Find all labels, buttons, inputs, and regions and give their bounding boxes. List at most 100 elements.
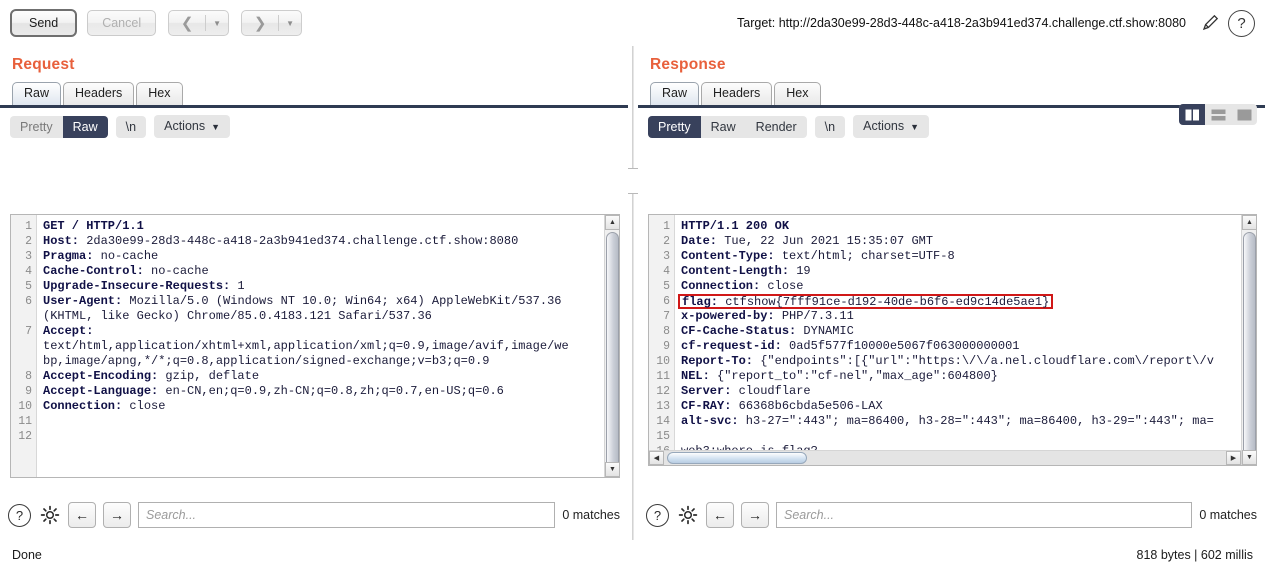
request-search-bar: ? ← → 0 matches xyxy=(8,502,620,528)
header-name: Server: xyxy=(681,384,732,398)
line-number xyxy=(11,339,36,354)
request-view-pretty[interactable]: Pretty xyxy=(10,116,63,138)
gear-icon[interactable] xyxy=(676,504,699,527)
chevron-right-icon[interactable]: ❯ xyxy=(242,11,278,35)
tab-response-headers[interactable]: Headers xyxy=(701,82,773,105)
tab-request-hex[interactable]: Hex xyxy=(136,82,183,105)
code-line: Cache-Control: no-cache xyxy=(43,264,604,279)
header-name: Connection: xyxy=(43,399,123,413)
response-hscroll-thumb[interactable] xyxy=(667,452,807,464)
line-number xyxy=(11,309,36,324)
request-view-mode-group: Pretty Raw xyxy=(10,115,108,138)
header-value: no-cache xyxy=(143,264,209,278)
header-value: gzip, deflate xyxy=(158,369,260,383)
header-name: alt-svc: xyxy=(681,414,739,428)
header-value: no-cache xyxy=(93,249,159,263)
header-value: Mozilla/5.0 (Windows NT 10.0; Win64; x64… xyxy=(122,294,562,308)
tab-request-raw[interactable]: Raw xyxy=(12,82,62,105)
response-body-text[interactable]: HTTP/1.1 200 OK Date: Tue, 22 Jun 2021 15… xyxy=(676,215,1241,465)
header-name: Content-Length: xyxy=(681,264,790,278)
code-line: flag: ctfshow{7fff91ce-d192-40de-b6f6-ed… xyxy=(678,294,1241,309)
code-line: Accept: xyxy=(43,324,604,339)
request-tabs: Raw Headers Hex xyxy=(0,78,628,105)
search-previous-button[interactable]: ← xyxy=(706,502,734,528)
header-name: Upgrade-Insecure-Requests: xyxy=(43,279,231,293)
response-view-render[interactable]: Render xyxy=(746,116,807,138)
splitter-grip[interactable] xyxy=(628,168,638,194)
tab-response-hex[interactable]: Hex xyxy=(774,82,821,105)
line-number: 11 xyxy=(18,415,32,428)
line-number: 1 xyxy=(25,220,32,233)
code-line: Content-Type: text/html; charset=UTF-8 xyxy=(681,249,1241,264)
header-name: HTTP/1.1 200 OK xyxy=(681,219,790,233)
request-actions-label: Actions xyxy=(164,119,206,133)
line-number: 7 xyxy=(25,325,32,338)
scroll-down-icon[interactable]: ▼ xyxy=(1242,450,1256,465)
request-newline-button[interactable]: \n xyxy=(115,115,147,138)
caret-down-icon[interactable]: ▼ xyxy=(206,11,228,35)
response-search-input[interactable] xyxy=(776,502,1193,528)
request-scroll-thumb[interactable] xyxy=(606,232,619,477)
next-request-group[interactable]: ❯ ▼ xyxy=(241,10,303,36)
previous-request-group[interactable]: ❮ ▼ xyxy=(168,10,230,36)
code-line: Connection: close xyxy=(681,279,1241,294)
response-view-raw[interactable]: Raw xyxy=(701,116,746,138)
response-horizontal-scrollbar[interactable]: ◀ ▶ xyxy=(649,450,1241,465)
response-scroll-thumb[interactable] xyxy=(1243,232,1256,465)
scroll-up-icon[interactable]: ▲ xyxy=(605,215,619,230)
tab-request-headers[interactable]: Headers xyxy=(63,82,135,105)
header-value: {"endpoints":[{"url":"https:\/\/a.nel.cl… xyxy=(753,354,1214,368)
response-actions-button[interactable]: Actions ▼ xyxy=(853,115,930,138)
line-number: 5 xyxy=(25,280,32,293)
caret-down-icon[interactable]: ▼ xyxy=(279,11,301,35)
search-previous-button[interactable]: ← xyxy=(68,502,96,528)
response-vertical-scrollbar[interactable]: ▲ ▼ xyxy=(1241,215,1256,465)
request-search-input[interactable] xyxy=(138,502,556,528)
send-button[interactable]: Send xyxy=(10,9,78,37)
tab-response-raw[interactable]: Raw xyxy=(650,82,700,105)
response-matches-count: 0 matches xyxy=(1199,508,1257,522)
request-actions-button[interactable]: Actions ▼ xyxy=(154,115,231,138)
line-number: 1 xyxy=(663,220,670,233)
request-view-raw[interactable]: Raw xyxy=(62,115,108,138)
scroll-left-icon[interactable]: ◀ xyxy=(649,451,664,465)
response-newline-button[interactable]: \n xyxy=(814,115,846,138)
scroll-up-icon[interactable]: ▲ xyxy=(1242,215,1256,230)
header-name: Accept-Encoding: xyxy=(43,369,159,383)
layout-toggle-group xyxy=(1179,104,1257,125)
response-editor[interactable]: 12345678910111213141516 HTTP/1.1 200 OKD… xyxy=(648,214,1257,466)
single-pane-icon[interactable] xyxy=(1231,104,1257,125)
code-line: (KHTML, like Gecko) Chrome/85.0.4183.121… xyxy=(43,309,604,324)
header-name: NEL: xyxy=(681,369,710,383)
header-name: cf-request-id: xyxy=(681,339,782,353)
help-icon[interactable]: ? xyxy=(8,503,31,527)
request-body-text[interactable]: GET / HTTP/1.1 Host: 2da30e99-28d3-448c-a… xyxy=(38,215,604,477)
target-label: Target: http://2da30e99-28d3-448c-a418-2… xyxy=(737,16,1186,30)
header-name: x-powered-by: xyxy=(681,309,775,323)
gear-icon[interactable] xyxy=(38,504,61,527)
help-icon[interactable]: ? xyxy=(646,503,669,527)
request-editor[interactable]: 1 2 3 4 5 6 7 8 9 10 11 12 GET / HTTP/1.1 Host: 2da3… xyxy=(10,214,620,478)
search-next-button[interactable]: → xyxy=(741,502,769,528)
code-line: Pragma: no-cache xyxy=(43,249,604,264)
header-value: Tue, 22 Jun 2021 15:35:07 GMT xyxy=(717,234,934,248)
splitter-line xyxy=(632,46,634,540)
help-icon[interactable]: ? xyxy=(1228,9,1255,37)
pencil-icon[interactable] xyxy=(1198,11,1222,35)
code-line: Host: 2da30e99-28d3-448c-a418-2a3b941ed3… xyxy=(43,234,604,249)
line-number: 2 xyxy=(25,235,32,248)
line-number: 10 xyxy=(18,400,32,413)
split-horizontal-icon[interactable] xyxy=(1205,104,1231,125)
split-vertical-icon[interactable] xyxy=(1179,104,1205,125)
response-view-pretty[interactable]: Pretty xyxy=(648,115,701,138)
scroll-down-icon[interactable]: ▼ xyxy=(605,462,619,477)
request-vertical-scrollbar[interactable]: ▲ ▼ xyxy=(604,215,619,477)
header-value: h3-27=":443"; ma=86400, h3-28=":443"; ma… xyxy=(738,414,1214,428)
header-name: Date: xyxy=(681,234,718,248)
search-next-button[interactable]: → xyxy=(103,502,131,528)
line-number: 11 xyxy=(656,370,670,383)
pane-splitter[interactable] xyxy=(628,46,638,540)
chevron-left-icon[interactable]: ❮ xyxy=(169,11,205,35)
scroll-right-icon[interactable]: ▶ xyxy=(1226,451,1241,465)
